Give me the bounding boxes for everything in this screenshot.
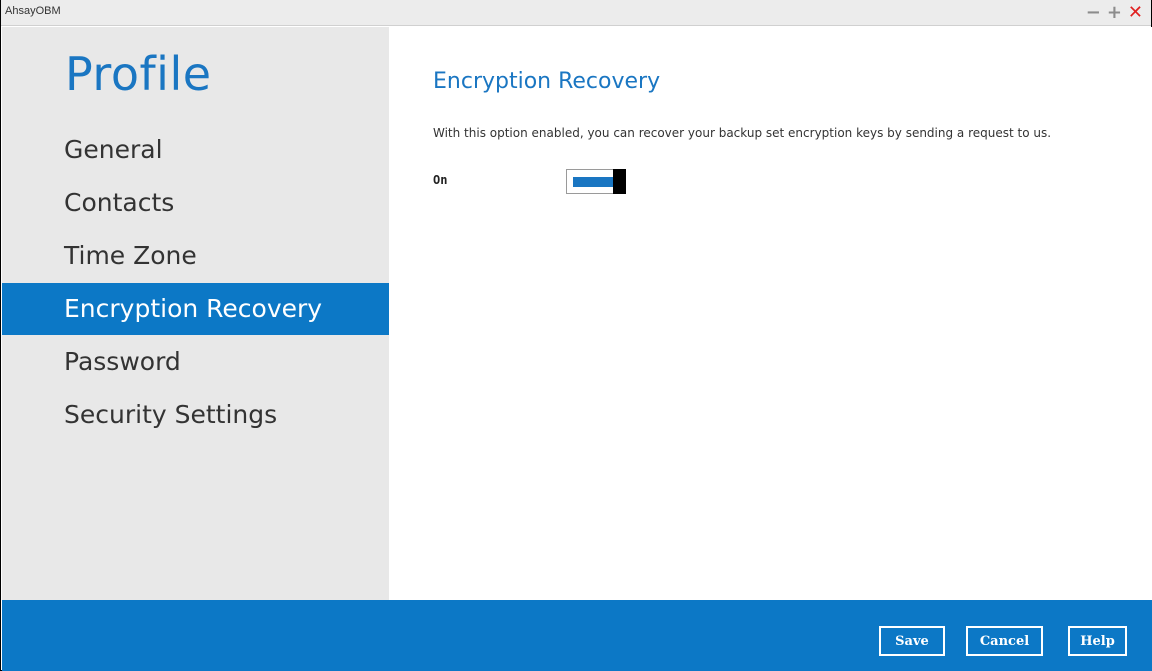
help-button[interactable]: Help <box>1068 626 1127 656</box>
main-content: Encryption Recovery With this option ena… <box>389 27 1152 600</box>
sidebar-item-security-settings[interactable]: Security Settings <box>2 389 389 441</box>
app-title: AhsayOBM <box>5 5 61 17</box>
sidebar-item-general[interactable]: General <box>2 124 389 176</box>
window-controls: − + ✕ <box>1086 2 1143 24</box>
encryption-recovery-toggle[interactable] <box>566 169 626 194</box>
sidebar-item-password[interactable]: Password <box>2 336 389 388</box>
toggle-track <box>573 177 615 187</box>
app-window: AhsayOBM − + ✕ Profile General Contacts … <box>0 0 1152 671</box>
sidebar-item-contacts[interactable]: Contacts <box>2 177 389 229</box>
maximize-icon[interactable]: + <box>1107 3 1122 23</box>
close-icon[interactable]: ✕ <box>1128 3 1143 23</box>
footer-bar: Save Cancel Help <box>2 600 1152 671</box>
title-bar: AhsayOBM − + ✕ <box>1 0 1151 26</box>
toggle-state-label: On <box>433 173 448 187</box>
save-button[interactable]: Save <box>879 626 945 656</box>
sidebar: Profile General Contacts Time Zone Encry… <box>2 27 389 600</box>
minimize-icon[interactable]: − <box>1086 3 1101 23</box>
option-description: With this option enabled, you can recove… <box>433 126 1052 140</box>
page-title: Encryption Recovery <box>433 69 661 94</box>
sidebar-heading: Profile <box>65 47 212 101</box>
sidebar-item-encryption-recovery[interactable]: Encryption Recovery <box>2 283 389 335</box>
sidebar-item-time-zone[interactable]: Time Zone <box>2 230 389 282</box>
toggle-knob[interactable] <box>613 169 626 194</box>
cancel-button[interactable]: Cancel <box>966 626 1043 656</box>
